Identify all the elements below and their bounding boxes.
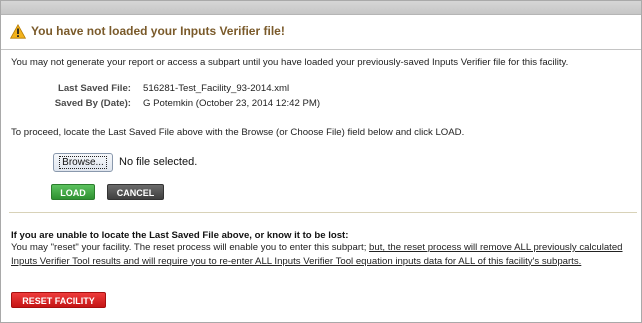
- file-status-text: No file selected.: [119, 156, 198, 168]
- inputs-verifier-dialog: You have not loaded your Inputs Verifier…: [0, 0, 642, 323]
- saved-by-label: Saved By (Date):: [54, 98, 131, 109]
- browse-button-label: Browse...: [59, 156, 107, 169]
- browse-button[interactable]: Browse...: [53, 153, 113, 172]
- load-button[interactable]: LOAD: [51, 184, 95, 200]
- saved-by-value: G Potemkin (October 23, 2014 12:42 PM): [143, 98, 321, 109]
- dialog-title: You have not loaded your Inputs Verifier…: [31, 24, 285, 38]
- reset-description: You may "reset" your facility. The reset…: [11, 241, 631, 268]
- warning-icon: [10, 24, 26, 39]
- reset-heading: If you are unable to locate the Last Sav…: [11, 230, 349, 241]
- instructions-text: To proceed, locate the Last Saved File a…: [11, 127, 465, 138]
- reset-text-plain: You may "reset" your facility. The reset…: [11, 242, 370, 253]
- dialog-header: You have not loaded your Inputs Verifier…: [1, 16, 641, 50]
- intro-text: You may not generate your report or acce…: [11, 57, 569, 68]
- last-saved-value: 516281-Test_Facility_93-2014.xml: [143, 83, 290, 94]
- dialog-titlebar[interactable]: [1, 1, 641, 15]
- cancel-button[interactable]: CANCEL: [107, 184, 164, 200]
- section-divider: [9, 212, 637, 213]
- last-saved-label: Last Saved File:: [57, 83, 131, 94]
- reset-facility-button[interactable]: RESET FACILITY: [11, 292, 106, 308]
